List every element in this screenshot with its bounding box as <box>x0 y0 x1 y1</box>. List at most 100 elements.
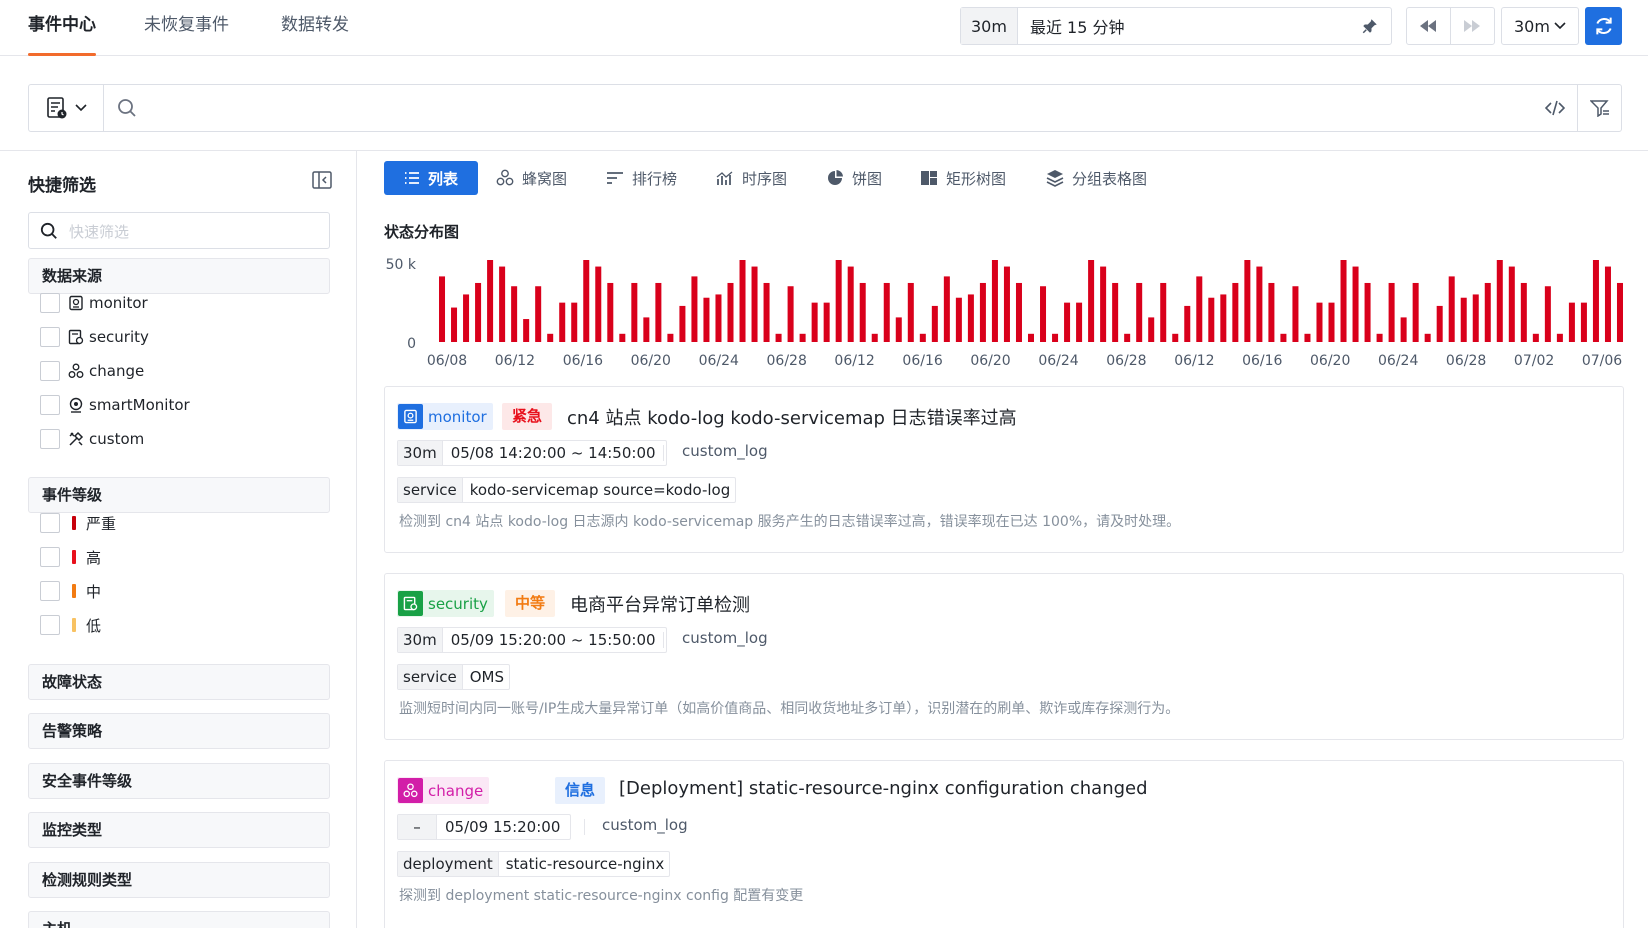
chart-bar[interactable] <box>1484 282 1491 342</box>
chart-bar[interactable] <box>691 276 698 342</box>
section-monitor-type[interactable]: 监控类型 <box>28 812 330 848</box>
view-tab-treemap[interactable]: 矩形树图 <box>920 161 1006 195</box>
checkbox[interactable] <box>40 581 60 601</box>
view-tab-rank[interactable]: 排行榜 <box>606 161 677 195</box>
time-range-picker[interactable]: 30m 最近 15 分钟 <box>960 7 1392 45</box>
event-card[interactable]: change 信息 [Deployment] static-resource-n… <box>384 760 1624 928</box>
source-option-security[interactable]: security <box>40 326 149 348</box>
chart-bar[interactable] <box>727 282 734 342</box>
section-host[interactable]: 主机 <box>28 911 330 928</box>
chart-bar[interactable] <box>847 266 854 342</box>
chart-bar[interactable] <box>1352 266 1359 342</box>
chart-bar[interactable] <box>1244 260 1251 342</box>
chart-bar[interactable] <box>1328 302 1335 342</box>
quick-filter-search[interactable]: 快速筛选 <box>28 212 330 249</box>
chart-bar[interactable] <box>439 276 446 342</box>
level-option-high[interactable]: 高 <box>40 546 101 568</box>
chart-bar[interactable] <box>1448 276 1455 342</box>
chart-bar[interactable] <box>1292 286 1299 342</box>
chart-bar[interactable] <box>631 282 638 342</box>
view-tab-timeseries[interactable]: 时序图 <box>716 161 787 195</box>
event-tag[interactable]: deployment static-resource-nginx <box>397 851 671 877</box>
checkbox[interactable] <box>40 293 60 313</box>
event-card[interactable]: security 中等 电商平台异常订单检测 30m 05/09 15:20:0… <box>384 573 1624 740</box>
chart-bar[interactable] <box>535 286 542 342</box>
datasource-select[interactable] <box>29 85 104 131</box>
chart-bar[interactable] <box>1208 297 1215 342</box>
query-search-field[interactable] <box>117 98 137 122</box>
event-title[interactable]: [Deployment] static-resource-nginx confi… <box>619 778 1148 799</box>
checkbox[interactable] <box>40 361 60 381</box>
refresh-button[interactable] <box>1585 7 1622 45</box>
chart-bar[interactable] <box>787 286 794 342</box>
chart-bar[interactable] <box>1172 333 1179 342</box>
chart-bar[interactable] <box>475 282 482 342</box>
tab-data-forwarding[interactable]: 数据转发 <box>281 0 349 56</box>
chart-bar[interactable] <box>1160 282 1167 342</box>
chart-bar[interactable] <box>931 305 938 342</box>
view-tab-group-table[interactable]: 分组表格图 <box>1046 161 1147 195</box>
chart-bar[interactable] <box>919 333 926 342</box>
event-card[interactable]: monitor 紧急 cn4 站点 kodo-log kodo-servicem… <box>384 386 1624 553</box>
chart-bar[interactable] <box>1196 276 1203 342</box>
chart-bar[interactable] <box>871 333 878 342</box>
view-tab-pie[interactable]: 饼图 <box>826 161 882 195</box>
chart-bar[interactable] <box>823 302 830 342</box>
chart-bar[interactable] <box>775 333 782 342</box>
chart-bar[interactable] <box>1232 282 1239 342</box>
chart-bar[interactable] <box>1568 302 1575 342</box>
section-security-event-level[interactable]: 安全事件等级 <box>28 763 330 799</box>
chart-bar[interactable] <box>1040 286 1047 342</box>
chart-bar[interactable] <box>1304 333 1311 342</box>
chart-bar[interactable] <box>1112 282 1119 342</box>
chart-bar[interactable] <box>799 333 806 342</box>
chart-bar[interactable] <box>1015 282 1022 342</box>
chart-bar[interactable] <box>955 297 962 342</box>
chart-bar[interactable] <box>1100 266 1107 342</box>
chart-bar[interactable] <box>571 302 578 342</box>
chart-bar[interactable] <box>943 276 950 342</box>
time-forward-button[interactable] <box>1451 8 1495 44</box>
chart-bar[interactable] <box>1088 260 1095 342</box>
source-option-change[interactable]: change <box>40 360 144 382</box>
chart-bar[interactable] <box>1520 282 1527 342</box>
chart-bar[interactable] <box>607 282 614 342</box>
chart-bar[interactable] <box>667 333 674 342</box>
level-option-medium[interactable]: 中 <box>40 580 101 602</box>
chart-bar[interactable] <box>1064 302 1071 342</box>
chart-bar[interactable] <box>547 333 554 342</box>
chart-bar[interactable] <box>1136 282 1143 342</box>
section-data-source[interactable]: 数据来源 <box>28 258 330 294</box>
checkbox[interactable] <box>40 547 60 567</box>
chart-bar[interactable] <box>1592 260 1599 342</box>
view-tab-list[interactable]: 列表 <box>384 161 479 195</box>
event-tag[interactable]: service kodo-servicemap source=kodo-log <box>397 477 737 503</box>
chart-bar[interactable] <box>1027 333 1034 342</box>
chart-bar[interactable] <box>751 266 758 342</box>
section-rule-type[interactable]: 检测规则类型 <box>28 862 330 898</box>
chart-bar[interactable] <box>895 317 902 342</box>
checkbox[interactable] <box>40 615 60 635</box>
chart-bar[interactable] <box>1472 294 1479 342</box>
chart-bar[interactable] <box>1412 282 1419 342</box>
section-alert-policy[interactable]: 告警策略 <box>28 713 330 749</box>
chart-bar[interactable] <box>1532 333 1539 342</box>
view-tab-hive[interactable]: 蜂窝图 <box>496 161 567 195</box>
chart-bar[interactable] <box>619 333 626 342</box>
chart-bar[interactable] <box>643 317 650 342</box>
chart-bar[interactable] <box>1256 266 1263 342</box>
chart-bar[interactable] <box>835 260 842 342</box>
chart-bar[interactable] <box>1316 302 1323 342</box>
chart-bar[interactable] <box>1124 333 1131 342</box>
chart-bar[interactable] <box>487 260 494 342</box>
checkbox[interactable] <box>40 429 60 449</box>
chart-bar[interactable] <box>583 260 590 342</box>
chart-bar[interactable] <box>655 282 662 342</box>
chart-bar[interactable] <box>1184 305 1191 342</box>
chart-bar[interactable] <box>595 266 602 342</box>
chart-bar[interactable] <box>1508 266 1515 342</box>
chart-bar[interactable] <box>763 282 770 342</box>
time-back-button[interactable] <box>1407 8 1451 44</box>
event-tag[interactable]: service OMS <box>397 664 511 690</box>
code-view-button[interactable] <box>1533 85 1577 131</box>
